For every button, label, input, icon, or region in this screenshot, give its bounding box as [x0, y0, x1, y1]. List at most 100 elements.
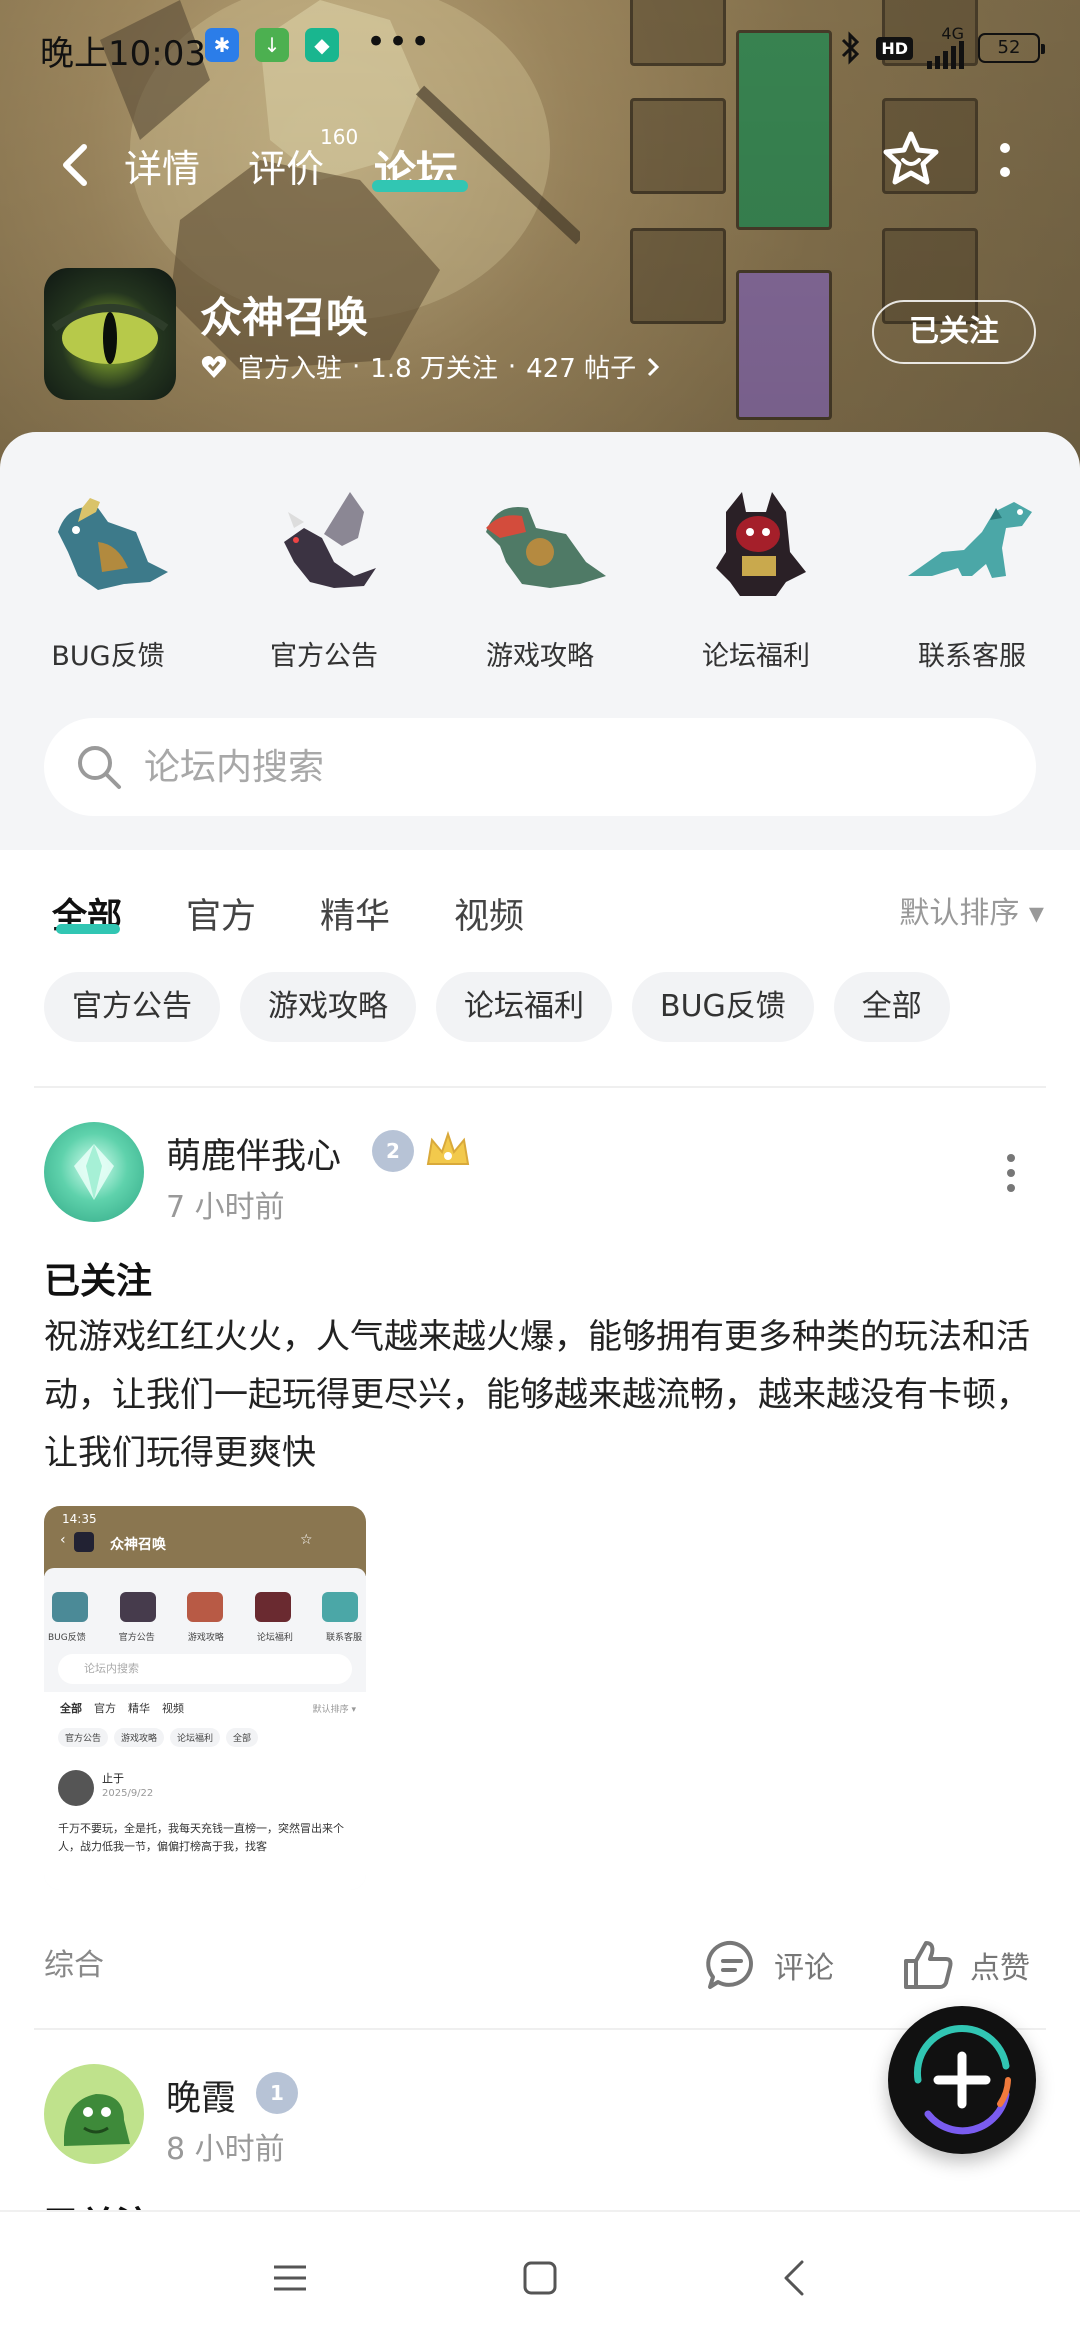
home-button[interactable] [510, 2248, 570, 2308]
post-time: 7 小时前 [166, 1190, 285, 1225]
post-more-icon[interactable] [1001, 1148, 1021, 1198]
username[interactable]: 萌鹿伴我心 [166, 1128, 341, 1179]
battery-icon: 52 [978, 33, 1045, 63]
thumbs-up-icon [904, 1941, 953, 1989]
security-app-icon: ◆ [305, 28, 339, 62]
post-count[interactable]: 427 帖子 [526, 348, 636, 385]
thumb-cat-label: 联系客服 [325, 1633, 362, 1643]
section-divider [34, 1086, 1046, 1088]
system-nav-bar [0, 2210, 1080, 2340]
red-dragon-icon [486, 507, 606, 588]
status-time: 晚上10:03 [40, 34, 206, 74]
back-button[interactable] [50, 138, 100, 192]
chip-bug-report[interactable]: BUG反馈 [632, 972, 814, 1042]
avatar[interactable] [44, 2064, 144, 2164]
search-icon [78, 746, 121, 789]
post-time: 8 小时前 [166, 2132, 285, 2167]
like-button[interactable]: 点赞 [900, 1930, 1030, 2000]
forum-header-panel: BUG反馈 官方公告 游戏攻略 论坛福利 联系客服 论坛内搜索 [0, 432, 1080, 852]
post-body[interactable]: 祝游戏红红火火，人气越来越火爆，能够拥有更多种类的玩法和活动，让我们一起玩得更尽… [44, 1308, 1044, 1482]
more-options-button[interactable] [990, 140, 1020, 184]
game-title: 众神召唤 [200, 293, 369, 342]
thumb-cat-label: 官方公告 [118, 1633, 155, 1643]
thumb-tab: 视频 [162, 1702, 184, 1715]
create-post-button[interactable] [888, 2006, 1036, 2154]
thumb-cat-label: 游戏攻略 [187, 1633, 224, 1643]
chip-benefits[interactable]: 论坛福利 [436, 972, 612, 1042]
username[interactable]: 晚霞 [166, 2070, 236, 2121]
game-logo[interactable] [44, 268, 176, 400]
category-guides[interactable]: 游戏攻略 [432, 472, 648, 673]
download-app-icon: ↓ [255, 28, 289, 62]
thumb-tab: 官方 [94, 1702, 116, 1715]
category-benefits[interactable]: 论坛福利 [648, 472, 864, 673]
comment-button[interactable]: 评论 [704, 1930, 834, 2000]
favorite-button[interactable] [880, 128, 942, 190]
user-level-badge: 2 [372, 1130, 414, 1172]
verified-label: 官方入驻 [238, 354, 343, 384]
bluetooth-app-icon: ✱ [205, 28, 239, 62]
thumb-cat-label: BUG反馈 [48, 1633, 86, 1643]
filter-tab-official[interactable]: 官方 [186, 888, 256, 939]
meta-separator: · [507, 351, 517, 382]
thumb-chip: 全部 [226, 1728, 259, 1747]
topic-chips: 官方公告 游戏攻略 论坛福利 BUG反馈 全部 [44, 972, 950, 1042]
menu-button[interactable] [260, 2248, 320, 2308]
winged-dragon-icon [284, 492, 376, 588]
crown-icon [426, 1130, 470, 1165]
search-input[interactable] [144, 740, 1004, 794]
sort-dropdown[interactable]: 默认排序 ▾ [899, 888, 1044, 932]
thumb-cat-label: 论坛福利 [256, 1633, 293, 1643]
network-type: 4G [941, 24, 964, 43]
tab-details[interactable]: 详情 [124, 138, 200, 193]
bluetooth-icon [842, 31, 860, 65]
follow-button[interactable]: 已关注 [872, 300, 1036, 364]
follower-count: 1.8 万关注 [370, 354, 498, 384]
meta-separator: · [352, 351, 361, 382]
thumb-chip: 游戏攻略 [114, 1728, 165, 1747]
blue-dragon-icon [58, 498, 168, 590]
thumb-sort: 默认排序 ▾ [312, 1705, 356, 1715]
thumb-game-logo [74, 1532, 94, 1552]
post-title[interactable]: 已关注 [44, 1252, 152, 1304]
user-level-badge: 1 [256, 2072, 298, 2114]
category-announcement[interactable]: 官方公告 [216, 472, 432, 673]
home-square-icon [523, 2261, 557, 2295]
thumb-title: 众神召唤 [110, 1537, 166, 1553]
chip-guides[interactable]: 游戏攻略 [240, 972, 416, 1042]
system-back-button[interactable] [764, 2248, 824, 2308]
post-image[interactable]: 14:35 ‹ 众神召唤 ☆ BUG反馈 官方公告 游戏攻略 论坛福利 联系客服… [44, 1506, 366, 1890]
thumb-status-time: 14:35 [62, 1512, 97, 1526]
thumb-user: 止于 [102, 1772, 124, 1785]
tab-reviews[interactable]: 评价 [248, 138, 324, 193]
status-bar: 晚上10:03 ✱ ↓ ◆ ••• HD 4G 52 [0, 18, 1080, 78]
filter-tab-featured[interactable]: 精华 [320, 888, 390, 939]
thumb-tab: 精华 [128, 1702, 150, 1715]
thumb-date: 2025/9/22 [102, 1788, 154, 1799]
game-meta: 官方入驻 · 1.8 万关注 · 427 帖子 [200, 348, 660, 385]
thumb-star-icon: ☆ [300, 1532, 313, 1548]
like-label: 点赞 [970, 1951, 1030, 1986]
category-label: 游戏攻略 [486, 641, 594, 672]
category-bug-report[interactable]: BUG反馈 [0, 472, 216, 673]
post-footer: 综合 评论 点赞 [0, 1930, 1080, 2000]
chip-all[interactable]: 全部 [833, 972, 950, 1042]
post-tag[interactable]: 综合 [44, 1940, 104, 1984]
dragon-eye-icon [51, 304, 169, 364]
chevron-left-icon [63, 144, 87, 186]
more-vertical-icon [1000, 143, 1010, 177]
status-more-icon: ••• [366, 22, 433, 62]
forum-search-bar[interactable] [44, 718, 1036, 816]
chip-announcement[interactable]: 官方公告 [44, 972, 220, 1042]
back-arrow-icon [784, 2260, 804, 2296]
verified-heart-icon [201, 355, 227, 378]
category-support[interactable]: 联系客服 [864, 472, 1080, 673]
thumb-back-icon: ‹ [60, 1532, 66, 1548]
thumb-avatar [58, 1770, 94, 1806]
filter-tab-video[interactable]: 视频 [454, 888, 524, 939]
star-icon [883, 131, 939, 185]
plus-icon [913, 2024, 1011, 2135]
avatar[interactable] [44, 1122, 144, 1222]
horned-demon-icon [716, 492, 806, 596]
active-tab-indicator [372, 180, 468, 192]
